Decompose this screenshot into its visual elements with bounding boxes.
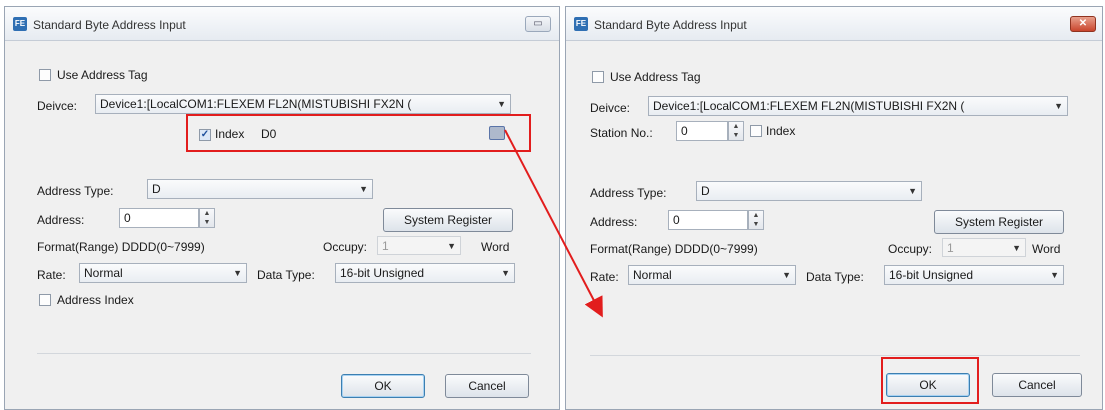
- annotation-arrow: [504, 129, 603, 318]
- red-arrow: [504, 129, 603, 318]
